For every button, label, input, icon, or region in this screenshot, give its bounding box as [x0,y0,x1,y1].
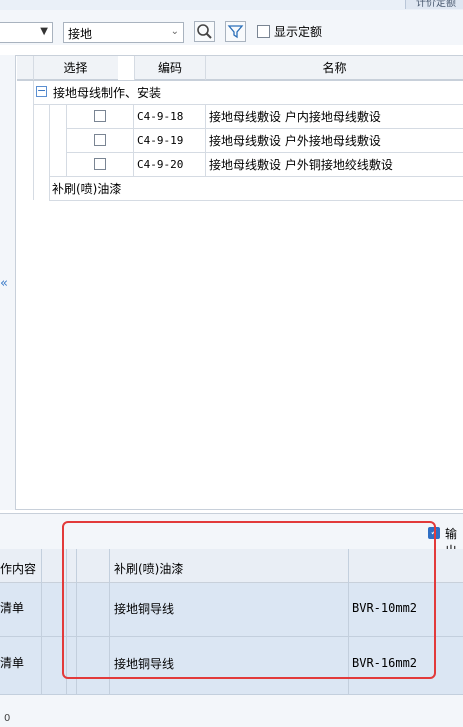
bottom-row-type: 清单 [0,656,25,670]
row-divider [133,104,134,176]
row-name: 接地母线敷设 户外接地母线敷设 [209,134,381,148]
chevron-down-icon: ▼ [40,26,48,37]
row-divider [66,128,463,129]
bottom-row-type: 清单 [0,601,25,615]
column-header-code[interactable]: 编码 [134,56,206,80]
column-divider [41,549,42,695]
extra-item-label[interactable]: 补刷(喷)油漆 [52,180,121,197]
row-select-checkbox[interactable] [94,158,106,170]
collapse-left-icon[interactable]: « [0,276,8,291]
highlight-box [62,521,436,679]
filter-combo[interactable]: 接地 ⌄ [63,22,184,43]
footer-bar [0,695,463,727]
category-combo[interactable]: ▼ [0,22,53,43]
row-divider [49,200,463,201]
collapse-group-icon[interactable]: − [36,85,47,97]
pricing-quota-tab[interactable]: 计价定额 [405,0,463,9]
filter-icon [227,25,244,39]
row-select-checkbox[interactable] [94,134,106,146]
top-strip [0,0,463,10]
row-divider [49,104,50,200]
row-divider [205,104,206,176]
row-code: C4-9-19 [137,134,184,147]
show-quota-label: 显示定额 [274,25,323,39]
row-select-checkbox[interactable] [94,110,106,122]
bottom-header-work-content: 作内容 [0,562,37,576]
row-divider [49,176,463,177]
row-divider [66,152,463,153]
footer-text: 0 [4,713,11,724]
search-button[interactable] [194,21,215,42]
search-icon [197,24,212,39]
column-header-indicator [17,56,33,80]
group-label: 接地母线制作、安装 [53,86,162,100]
header-divider [205,56,206,80]
row-code: C4-9-18 [137,110,184,123]
row-name: 接地母线敷设 户外铜接地绞线敷设 [209,158,393,172]
header-divider [134,56,135,80]
header-divider [33,56,34,80]
filter-button[interactable] [225,21,246,42]
row-divider [33,104,463,105]
column-header-select[interactable]: 选择 [33,56,118,80]
row-divider [66,104,67,176]
show-quota-checkbox[interactable] [257,25,270,38]
row-divider [17,80,463,81]
row-name: 接地母线敷设 户内接地母线敷设 [209,110,381,124]
row-code: C4-9-20 [137,158,184,171]
row-divider [33,80,34,200]
filter-combo-value: 接地 [68,27,93,41]
column-header-name[interactable]: 名称 [206,56,463,80]
chevron-down-icon: ⌄ [170,26,179,37]
